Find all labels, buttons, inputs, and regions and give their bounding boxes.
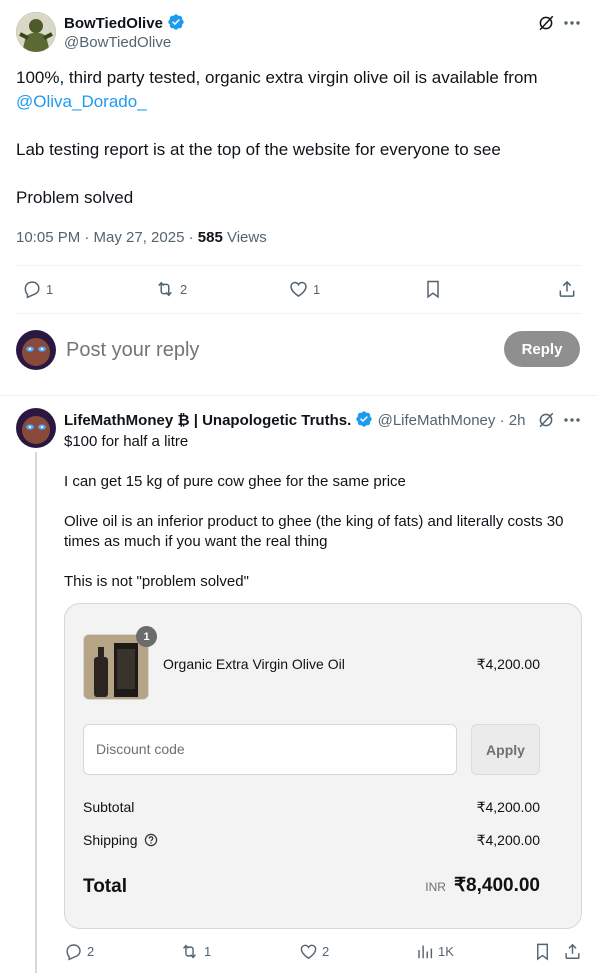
discount-placeholder: Discount code [96, 741, 185, 757]
total-value: ₹8,400.00 [453, 875, 540, 896]
bookmark-icon[interactable] [424, 279, 442, 299]
apply-button[interactable]: Apply [471, 724, 540, 775]
avatar-figure-icon [16, 12, 56, 52]
tweet-paragraph: Problem solved [16, 188, 134, 207]
reply-count: 2 [87, 944, 95, 959]
mention-link[interactable]: @Oliva_Dorado_ [16, 90, 582, 114]
help-circle-icon[interactable] [144, 833, 158, 847]
reply-paragraph: Olive oil is an inferior product to ghee… [64, 512, 594, 552]
reply-header: LifeMathMoney ₿ | Unapologetic Truths. @… [64, 410, 525, 431]
bookmark-icon[interactable] [534, 942, 551, 961]
views-label: Views [222, 229, 267, 246]
avatar-face-icon [16, 408, 56, 448]
grok-icon[interactable] [537, 14, 555, 32]
repost-icon [158, 281, 172, 297]
repost-icon [183, 944, 196, 959]
reply-action[interactable]: 2 [64, 942, 94, 961]
subtotal-value: ₹4,200.00 [476, 799, 540, 815]
views-action[interactable]: 1K [416, 942, 454, 961]
repost-count: 1 [204, 944, 212, 959]
repost-action[interactable]: 1 [179, 942, 211, 961]
divider [16, 313, 582, 314]
repost-count: 2 [180, 281, 188, 297]
reply-line: $100 for half a litre [64, 433, 189, 450]
heart-icon [290, 281, 307, 297]
reply-time[interactable]: · 2h [500, 412, 526, 429]
reply-author-avatar[interactable] [16, 408, 56, 448]
timestamp[interactable]: 10:05 PM · May 27, 2025 · [16, 229, 198, 246]
heart-icon [300, 944, 317, 960]
product-name: Organic Extra Virgin Olive Oil [163, 656, 345, 672]
reply-line: Olive oil is an inferior product to ghee… [64, 513, 564, 530]
reply-line: times as much if you want the real thing [64, 533, 328, 550]
reply-input[interactable] [66, 336, 486, 364]
author-handle[interactable]: @BowTiedOlive [64, 34, 171, 52]
divider [0, 395, 598, 396]
views-count: 1K [438, 944, 454, 959]
more-options-icon[interactable] [562, 411, 582, 429]
product-price: ₹4,200.00 [476, 656, 540, 672]
tweet-meta: 10:05 PM · May 27, 2025 · 585 Views [16, 229, 267, 247]
reply-author-handle[interactable]: @LifeMathMoney [378, 412, 496, 429]
author-avatar[interactable] [16, 12, 56, 52]
tweet-paragraph: Lab testing report is at the top of the … [16, 140, 501, 159]
verified-badge-icon [168, 14, 184, 30]
more-options-icon[interactable] [562, 14, 582, 32]
tweet-text-line: 100%, third party tested, organic extra … [16, 68, 538, 87]
total-label: Total [83, 876, 127, 897]
currency-code: INR [425, 880, 446, 894]
reply-author-name[interactable]: LifeMathMoney ₿ | Unapologetic Truths. [64, 412, 351, 429]
share-icon[interactable] [563, 942, 582, 961]
shipping-label: Shipping [83, 832, 138, 848]
reply-action[interactable]: 1 [22, 279, 53, 299]
views-count: 585 [197, 229, 223, 246]
subtotal-label: Subtotal [83, 799, 135, 815]
like-count: 1 [313, 281, 321, 297]
reply-count: 1 [46, 281, 54, 297]
shipping-value: ₹4,200.00 [476, 832, 540, 848]
author-name-row[interactable]: BowTiedOlive [64, 13, 185, 34]
avatar-face-icon [16, 330, 56, 370]
checkout-image[interactable]: 1 Organic Extra Virgin Olive Oil ₹4,200.… [64, 603, 582, 929]
author-name[interactable]: BowTiedOlive [64, 15, 163, 32]
repost-action[interactable]: 2 [154, 279, 187, 299]
reply-icon [24, 281, 40, 299]
divider [16, 265, 582, 266]
like-action[interactable]: 1 [288, 279, 320, 299]
grok-icon[interactable] [537, 411, 555, 429]
like-action[interactable]: 2 [299, 942, 329, 961]
quantity-badge: 1 [136, 626, 157, 647]
total-row: INR ₹8,400.00 [425, 874, 540, 897]
reply-text: $100 for half a litre [64, 432, 584, 452]
reply-paragraph: This is not "problem solved" [64, 573, 249, 590]
thread-line [35, 452, 37, 973]
like-count: 2 [322, 944, 330, 959]
tweet-text: 100%, third party tested, organic extra … [16, 66, 582, 114]
current-user-avatar[interactable] [16, 330, 56, 370]
verified-badge-icon [356, 411, 373, 427]
discount-code-field[interactable]: Discount code [83, 724, 457, 775]
share-icon[interactable] [557, 279, 577, 299]
reply-paragraph: I can get 15 kg of pure cow ghee for the… [64, 473, 406, 490]
reply-icon [66, 944, 81, 961]
analytics-icon [418, 945, 433, 959]
shipping-row: Shipping [83, 832, 158, 848]
reply-button[interactable]: Reply [504, 331, 580, 367]
